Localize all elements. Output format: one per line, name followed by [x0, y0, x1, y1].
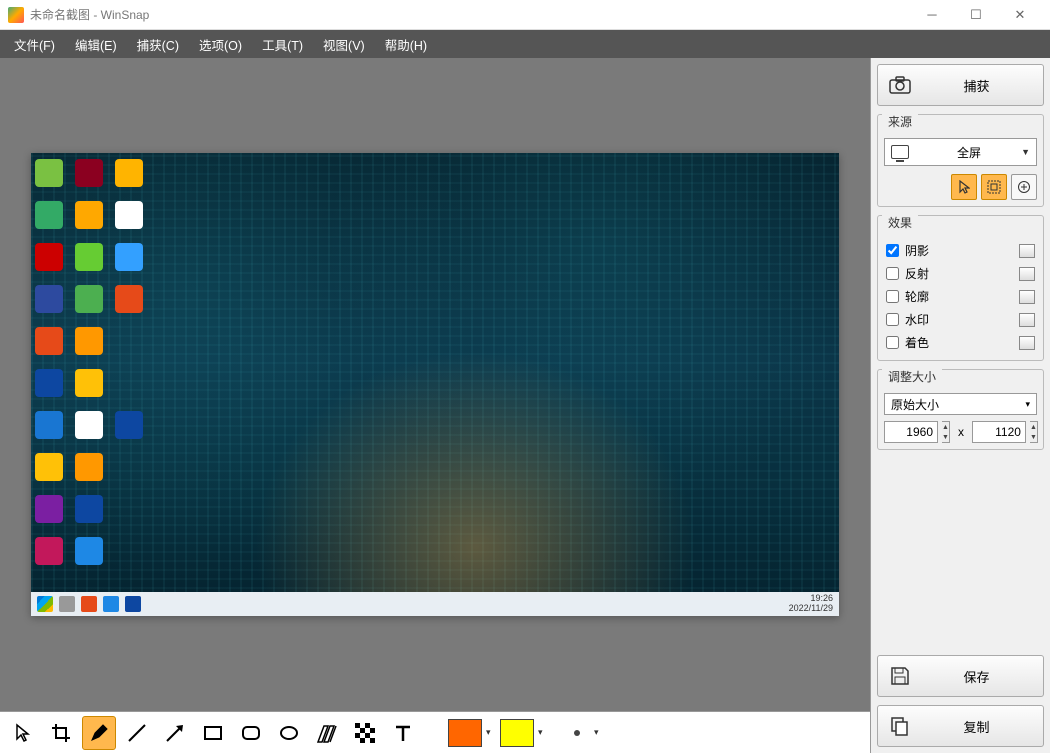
canvas-wrap: 19:26 2022/11/29 — [0, 58, 870, 753]
desktop-icons — [35, 159, 155, 589]
camera-icon — [888, 75, 912, 95]
stroke-color-swatch[interactable] — [500, 719, 534, 747]
copy-icon — [888, 716, 912, 736]
source-title: 来源 — [882, 111, 918, 132]
chevron-down-icon: ▼ — [1021, 147, 1030, 157]
tool-rectangle[interactable] — [196, 716, 230, 750]
width-input[interactable] — [884, 421, 938, 443]
window-title: 未命名截图 - WinSnap — [30, 6, 149, 23]
monitor-icon — [891, 145, 909, 159]
width-spinner[interactable]: ▲▼ — [942, 421, 950, 443]
maximize-button[interactable]: ☐ — [954, 0, 998, 30]
effect-checkbox-1[interactable] — [886, 267, 899, 280]
height-input[interactable] — [972, 421, 1026, 443]
source-group: 来源 全屏 ▼ — [877, 114, 1044, 207]
fill-color-dropdown[interactable]: ▾ — [486, 727, 496, 738]
taskbar-date: 2022/11/29 — [789, 604, 833, 614]
desktop-taskbar: 19:26 2022/11/29 — [31, 592, 839, 616]
tool-pen[interactable] — [82, 716, 116, 750]
tool-line[interactable] — [120, 716, 154, 750]
effect-row-0: 阴影 — [884, 239, 1037, 262]
menu-edit[interactable]: 编辑(E) — [65, 30, 127, 58]
tool-pointer[interactable] — [6, 716, 40, 750]
resize-preset-value: 原始大小 — [891, 396, 939, 413]
effect-checkbox-4[interactable] — [886, 336, 899, 349]
stroke-color-dropdown[interactable]: ▾ — [538, 727, 548, 738]
effect-checkbox-2[interactable] — [886, 290, 899, 303]
effect-row-3: 水印 — [884, 308, 1037, 331]
chevron-down-icon: ▾ — [1025, 399, 1030, 410]
effect-row-4: 着色 — [884, 331, 1037, 354]
copy-label: 复制 — [920, 717, 1033, 736]
tool-arrow[interactable] — [158, 716, 192, 750]
effect-label-0: 阴影 — [905, 242, 1019, 259]
menubar: 文件(F) 编辑(E) 捕获(C) 选项(O) 工具(T) 视图(V) 帮助(H… — [0, 30, 1050, 58]
delay-button[interactable] — [981, 174, 1007, 200]
source-dropdown[interactable]: 全屏 ▼ — [884, 138, 1037, 166]
save-label: 保存 — [920, 667, 1033, 686]
effects-title: 效果 — [882, 212, 918, 233]
source-selected: 全屏 — [917, 144, 1021, 161]
effect-label-4: 着色 — [905, 334, 1019, 351]
sidebar: 捕获 来源 全屏 ▼ — [870, 58, 1050, 753]
menu-tools[interactable]: 工具(T) — [252, 30, 313, 58]
annotation-toolbar: ▾ ▾ ▾ — [0, 711, 870, 753]
tool-pixelate[interactable] — [348, 716, 382, 750]
save-icon — [888, 666, 912, 686]
effect-checkbox-0[interactable] — [886, 244, 899, 257]
titlebar: 未命名截图 - WinSnap ─ ☐ ✕ — [0, 0, 1050, 30]
menu-help[interactable]: 帮助(H) — [375, 30, 437, 58]
tool-rounded-rectangle[interactable] — [234, 716, 268, 750]
window-controls: ─ ☐ ✕ — [910, 0, 1042, 30]
effect-settings-button-0[interactable] — [1019, 244, 1035, 258]
screenshot-preview[interactable]: 19:26 2022/11/29 — [31, 153, 839, 616]
fill-color-swatch[interactable] — [448, 719, 482, 747]
effects-group: 效果 阴影反射轮廓水印着色 — [877, 215, 1044, 361]
effect-row-1: 反射 — [884, 262, 1037, 285]
minimize-button[interactable]: ─ — [910, 0, 954, 30]
app-icon — [8, 7, 24, 23]
effect-checkbox-3[interactable] — [886, 313, 899, 326]
effect-label-2: 轮廓 — [905, 288, 1019, 305]
stroke-width-dropdown[interactable]: ▾ — [594, 727, 604, 738]
add-button[interactable] — [1011, 174, 1037, 200]
effect-label-3: 水印 — [905, 311, 1019, 328]
tool-highlight[interactable] — [310, 716, 344, 750]
save-button[interactable]: 保存 — [877, 655, 1044, 697]
capture-button[interactable]: 捕获 — [877, 64, 1044, 106]
close-button[interactable]: ✕ — [998, 0, 1042, 30]
menu-view[interactable]: 视图(V) — [313, 30, 375, 58]
resize-group: 调整大小 原始大小 ▾ ▲▼ x ▲▼ — [877, 369, 1044, 450]
cursor-include-button[interactable] — [951, 174, 977, 200]
tool-ellipse[interactable] — [272, 716, 306, 750]
effect-settings-button-4[interactable] — [1019, 336, 1035, 350]
effect-settings-button-1[interactable] — [1019, 267, 1035, 281]
menu-options[interactable]: 选项(O) — [189, 30, 252, 58]
resize-title: 调整大小 — [882, 366, 942, 387]
menu-capture[interactable]: 捕获(C) — [127, 30, 189, 58]
tool-crop[interactable] — [44, 716, 78, 750]
effect-label-1: 反射 — [905, 265, 1019, 282]
tool-stroke-width[interactable] — [564, 716, 590, 750]
menu-file[interactable]: 文件(F) — [4, 30, 65, 58]
height-spinner[interactable]: ▲▼ — [1030, 421, 1038, 443]
canvas-area[interactable]: 19:26 2022/11/29 — [0, 58, 870, 711]
copy-button[interactable]: 复制 — [877, 705, 1044, 747]
effect-settings-button-2[interactable] — [1019, 290, 1035, 304]
effect-settings-button-3[interactable] — [1019, 313, 1035, 327]
dimension-separator: x — [954, 425, 968, 439]
tool-text[interactable] — [386, 716, 420, 750]
effect-row-2: 轮廓 — [884, 285, 1037, 308]
capture-label: 捕获 — [920, 76, 1033, 95]
resize-preset-dropdown[interactable]: 原始大小 ▾ — [884, 393, 1037, 415]
